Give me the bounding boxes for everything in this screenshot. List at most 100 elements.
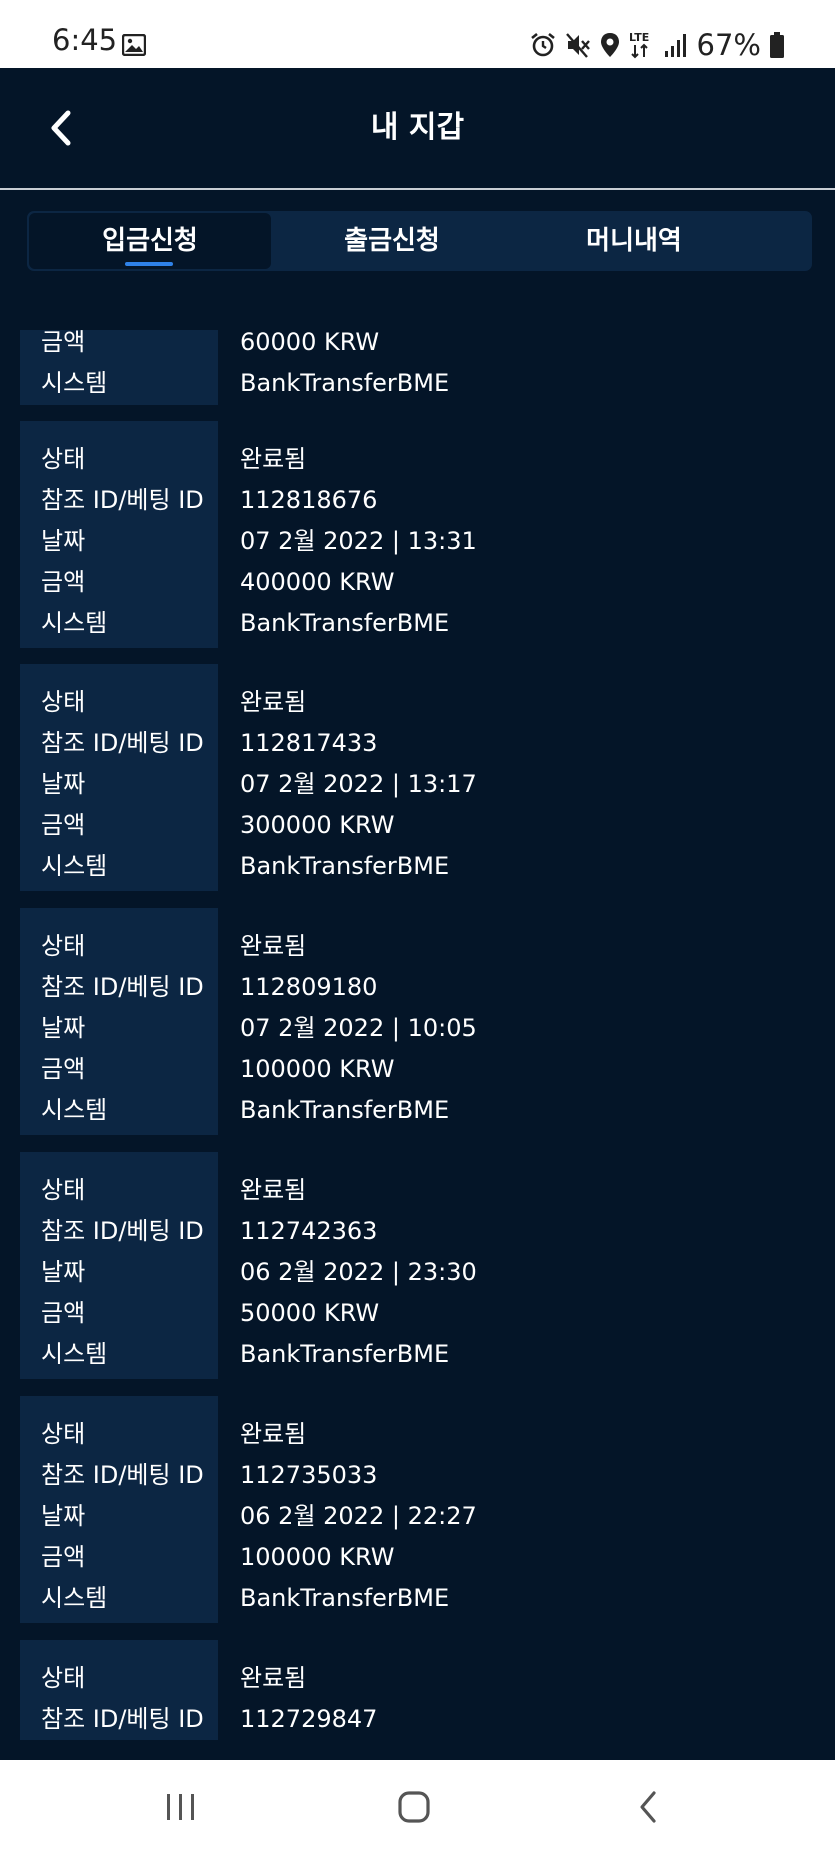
tab-label: 입금신청 [102,226,198,256]
label-system: 시스템 [41,1096,108,1124]
row-system: 시스템 BankTransferBME [20,1578,815,1619]
value-system: BankTransferBME [240,1096,450,1124]
value-system: BankTransferBME [240,1340,450,1368]
row-ref-id: 참조 ID/베팅 ID 112809180 [20,967,815,1008]
label-ref-id: 참조 ID/베팅 ID [41,1217,204,1245]
page-title: 내 지갑 [370,110,465,145]
row-date: 날짜 07 2월 2022 | 10:05 [20,1008,815,1049]
back-button[interactable] [38,102,84,154]
value-amount: 60000 KRW [240,330,380,356]
row-amount: 금액 50000 KRW [20,1293,815,1334]
row-system: 시스템 BankTransferBME [20,603,815,644]
row-status: 상태 완료됨 [20,1170,815,1211]
row-system: 시스템 BankTransferBME [20,1090,815,1131]
tab-deposit-request[interactable]: 입금신청 [29,213,271,269]
value-status: 완료됨 [240,1664,307,1692]
status-bar: 6:45 LTE 67% [0,0,835,68]
value-system: BankTransferBME [240,609,450,637]
row-ref-id: 참조 ID/베팅 ID 112729847 [20,1699,815,1740]
battery-percentage: 67% [696,27,761,62]
row-system: 시스템 BankTransferBME [20,363,815,404]
battery-icon [769,31,785,59]
label-ref-id: 참조 ID/베팅 ID [41,1461,204,1489]
label-date: 날짜 [41,1014,86,1042]
value-ref-id: 112818676 [240,486,378,514]
mute-icon [565,31,591,59]
svg-text:LTE: LTE [629,31,649,44]
row-amount: 금액 300000 KRW [20,805,815,846]
transaction-list[interactable]: 금액 60000 KRW 시스템 BankTransferBME 상태 완료됨 … [0,330,835,1755]
status-time: 6:45 [52,23,118,57]
chevron-left-icon [51,110,71,146]
label-ref-id: 참조 ID/베팅 ID [41,973,204,1001]
recent-apps-button[interactable] [151,1782,211,1832]
label-status: 상태 [41,1420,86,1448]
value-date: 06 2월 2022 | 23:30 [240,1258,477,1286]
label-date: 날짜 [41,1258,86,1286]
row-ref-id: 참조 ID/베팅 ID 112817433 [20,723,815,764]
label-system: 시스템 [41,852,108,880]
label-status: 상태 [41,932,86,960]
value-amount: 400000 KRW [240,568,395,596]
home-button[interactable] [384,1782,444,1832]
tab-label: 머니내역 [586,226,682,256]
row-date: 날짜 06 2월 2022 | 22:27 [20,1496,815,1537]
value-ref-id: 112735033 [240,1461,378,1489]
tab-label: 출금신청 [344,226,440,256]
row-system: 시스템 BankTransferBME [20,846,815,887]
label-ref-id: 참조 ID/베팅 ID [41,486,204,514]
value-ref-id: 112817433 [240,729,378,757]
status-icons: LTE 67% [529,28,785,62]
value-amount: 100000 KRW [240,1543,395,1571]
row-date: 날짜 07 2월 2022 | 13:17 [20,764,815,805]
row-ref-id: 참조 ID/베팅 ID 112735033 [20,1455,815,1496]
alarm-icon [529,31,557,59]
label-amount: 금액 [41,1543,86,1571]
value-ref-id: 112742363 [240,1217,378,1245]
tab-withdraw-request[interactable]: 출금신청 [271,213,513,269]
value-ref-id: 112729847 [240,1705,378,1733]
label-date: 날짜 [41,527,86,555]
label-status: 상태 [41,1664,86,1692]
tab-money-history[interactable]: 머니내역 [513,213,755,269]
value-date: 07 2월 2022 | 10:05 [240,1014,477,1042]
label-amount: 금액 [41,568,86,596]
value-amount: 300000 KRW [240,811,395,839]
gallery-icon [121,33,147,57]
row-status: 상태 완료됨 [20,1658,815,1699]
value-system: BankTransferBME [240,1584,450,1612]
label-system: 시스템 [41,369,108,397]
row-status: 상태 완료됨 [20,926,815,967]
label-system: 시스템 [41,1340,108,1368]
value-status: 완료됨 [240,1176,307,1204]
value-amount: 100000 KRW [240,1055,395,1083]
row-amount: 금액 100000 KRW [20,1537,815,1578]
label-amount: 금액 [41,330,86,356]
row-system: 시스템 BankTransferBME [20,1334,815,1375]
label-system: 시스템 [41,1584,108,1612]
value-status: 완료됨 [240,932,307,960]
home-icon [398,1791,430,1823]
header-divider [0,188,835,190]
label-amount: 금액 [41,1299,86,1327]
system-back-button[interactable] [618,1782,678,1832]
value-system: BankTransferBME [240,369,450,397]
row-ref-id: 참조 ID/베팅 ID 112818676 [20,480,815,521]
label-amount: 금액 [41,811,86,839]
value-system: BankTransferBME [240,852,450,880]
label-ref-id: 참조 ID/베팅 ID [41,1705,204,1733]
active-tab-indicator [125,262,173,266]
label-date: 날짜 [41,770,86,798]
lte-icon: LTE [629,30,655,60]
row-amount: 금액 60000 KRW [20,330,815,363]
label-status: 상태 [41,688,86,716]
label-status: 상태 [41,1176,86,1204]
row-amount: 금액 100000 KRW [20,1049,815,1090]
value-status: 완료됨 [240,688,307,716]
row-status: 상태 완료됨 [20,682,815,723]
row-amount: 금액 400000 KRW [20,562,815,603]
label-ref-id: 참조 ID/베팅 ID [41,729,204,757]
value-date: 06 2월 2022 | 22:27 [240,1502,477,1530]
system-nav-bar [0,1760,835,1856]
recent-apps-icon [167,1794,194,1820]
